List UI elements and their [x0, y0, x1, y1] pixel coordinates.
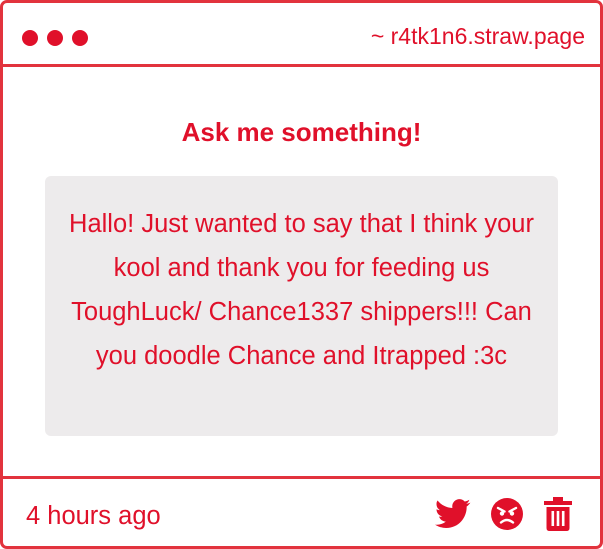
angry-face-icon[interactable]	[490, 497, 524, 531]
question-text: Hallo! Just wanted to say that I think y…	[69, 210, 534, 370]
card-footer: 4 hours ago	[3, 476, 600, 546]
window-dot	[72, 30, 88, 46]
action-bar	[435, 497, 573, 531]
question-bubble: Hallo! Just wanted to say that I think y…	[45, 176, 558, 436]
timestamp: 4 hours ago	[26, 502, 161, 530]
site-url: ~ r4tk1n6.straw.page	[370, 23, 585, 49]
window-title-bar: ~ r4tk1n6.straw.page	[3, 3, 600, 67]
twitter-icon[interactable]	[435, 499, 471, 529]
prompt-heading: Ask me something!	[181, 117, 422, 147]
window-dot	[22, 30, 38, 46]
window-dot	[47, 30, 63, 46]
trash-icon[interactable]	[543, 497, 573, 531]
question-card: ~ r4tk1n6.straw.page Ask me something! H…	[0, 0, 603, 549]
window-dots	[22, 30, 88, 46]
